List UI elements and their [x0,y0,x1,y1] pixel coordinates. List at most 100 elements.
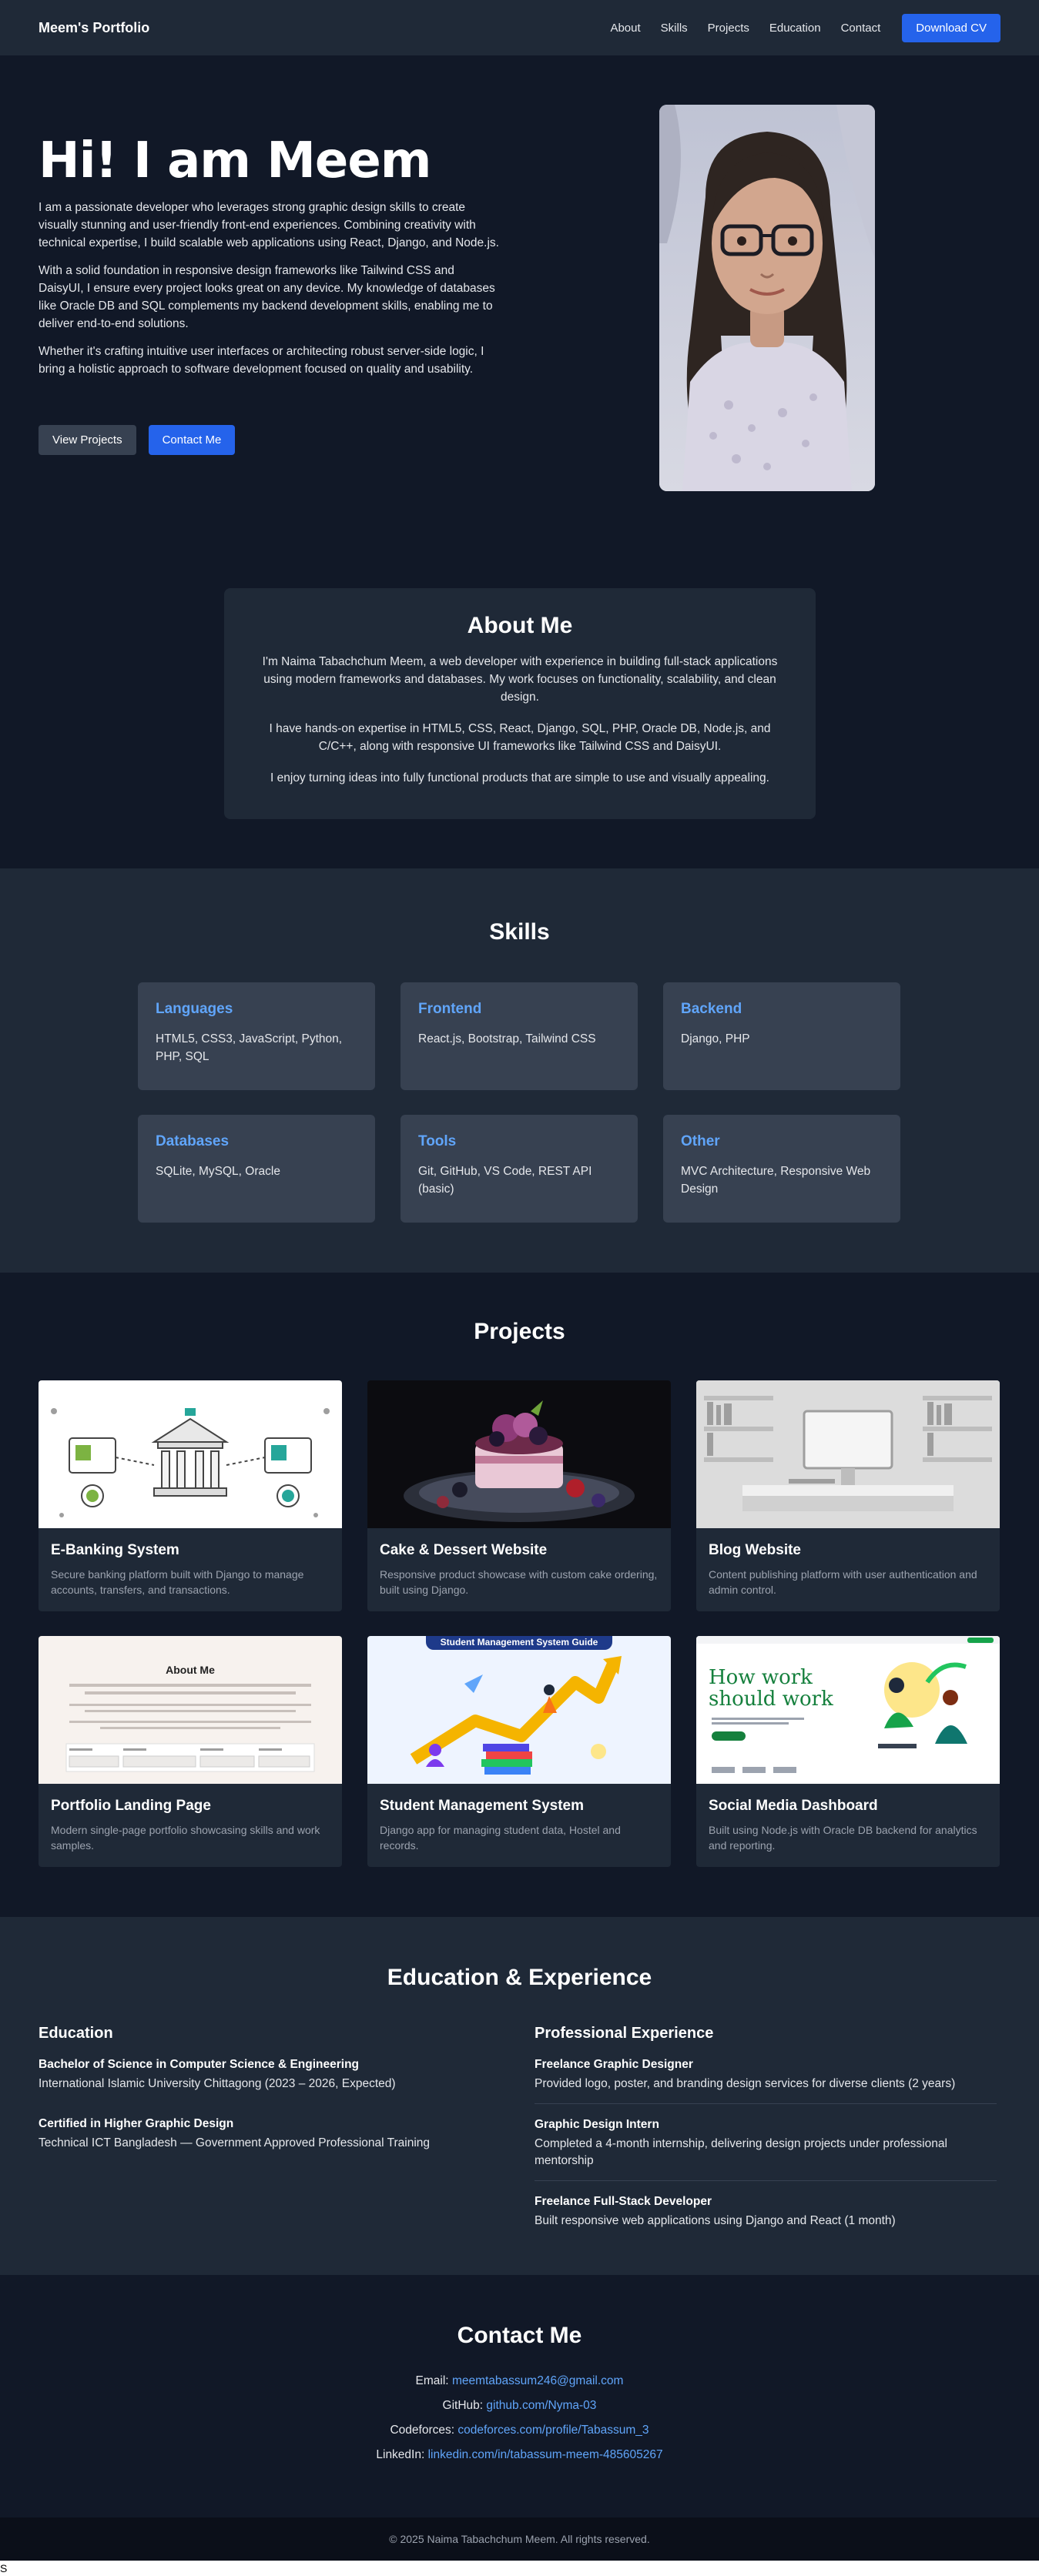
nav-link-about[interactable]: About [610,22,640,35]
education-entry: Certified in Higher Graphic Design Techn… [39,2117,501,2163]
project-card-portfolio[interactable]: About Me Portfolio Landing Page Modern s… [39,1636,342,1867]
linkedin-link[interactable]: linkedin.com/in/tabassum-meem-485605267 [428,2448,663,2461]
projects-title: Projects [474,1319,565,1344]
project-info: Cake & Dessert Website Responsive produc… [367,1528,671,1611]
contact-me-button[interactable]: Contact Me [148,425,236,455]
profile-photo [659,105,875,491]
about-paragraph: I'm Naima Tabachchum Meem, a web develop… [262,655,778,704]
project-description: Content publishing platform with user au… [709,1568,977,1596]
about-card: About Me I'm Naima Tabachchum Meem, a we… [224,588,816,819]
skills-title: Skills [489,919,550,945]
nav-links: About Skills Projects Education Contact … [610,13,1000,42]
nav-link-skills[interactable]: Skills [661,22,688,35]
education-entry: Bachelor of Science in Computer Science … [39,2058,501,2103]
growth-illustration [410,1656,622,1775]
experience-entry: Freelance Full-Stack Developer Built res… [535,2195,997,2240]
entry-title: Freelance Full-Stack Developer [535,2195,712,2208]
contact-codeforces: Codeforces: codeforces.com/profile/Tabas… [0,2418,1039,2443]
experience-heading: Professional Experience [535,2025,714,2042]
entry-text: Provided logo, poster, and branding desi… [535,2077,956,2090]
contact-label: GitHub: [442,2399,484,2412]
view-projects-button[interactable]: View Projects [39,425,136,455]
skill-card-tools: Tools Git, GitHub, VS Code, REST API (ba… [401,1115,638,1223]
education-title: Education & Experience [387,1965,652,1990]
project-card-blog[interactable]: Blog Website Content publishing platform… [696,1380,1000,1611]
github-link[interactable]: github.com/Nyma-03 [486,2399,596,2412]
entry-text: Technical ICT Bangladesh — Government Ap… [39,2136,431,2149]
stray-text: S [0,2561,1039,2576]
project-title: Social Media Dashboard [709,1798,878,1814]
entry-text: International Islamic University Chittag… [39,2077,396,2090]
project-thumbnail [39,1380,342,1528]
skill-card-databases: Databases SQLite, MySQL, Oracle [138,1115,375,1223]
contact-linkedin: LinkedIn: linkedin.com/in/tabassum-meem-… [0,2443,1039,2467]
experience-column: Professional Experience Freelance Graphi… [535,2025,997,2254]
footer: © 2025 Naima Tabachchum Meem. All rights… [0,2517,1039,2561]
project-info: Student Management System Django app for… [367,1784,671,1867]
skill-list: Git, GitHub, VS Code, REST API (basic) [418,1165,592,1196]
projects-section: Projects E-Banking System Secure banking… [0,1273,1039,1917]
project-description: Modern single-page portfolio showcasing … [51,1824,320,1852]
project-info: E-Banking System Secure banking platform… [39,1528,342,1611]
skill-card-other: Other MVC Architecture, Responsive Web D… [663,1115,900,1223]
project-title: Blog Website [709,1542,801,1558]
hero-paragraph: I am a passionate developer who leverage… [39,201,499,249]
copyright-text: © 2025 Naima Tabachchum Meem. All rights… [389,2533,650,2545]
project-title: Cake & Dessert Website [380,1542,548,1558]
contact-label: LinkedIn: [376,2448,425,2461]
download-cv-button[interactable]: Download CV [902,13,1000,42]
project-description: Secure banking platform built with Djang… [51,1568,304,1596]
entry-text: Built responsive web applications using … [535,2214,896,2227]
project-description: Responsive product showcase with custom … [380,1568,658,1596]
contact-label: Codeforces: [390,2424,455,2437]
nav-link-contact[interactable]: Contact [841,22,881,35]
project-thumbnail [696,1380,1000,1528]
profile-photo-illustration [659,105,875,491]
project-card-ebanking[interactable]: E-Banking System Secure banking platform… [39,1380,342,1611]
landing-page-mockup [65,1684,315,1772]
hero-paragraph: With a solid foundation in responsive de… [39,264,495,330]
skill-heading: Other [681,1133,720,1149]
skill-heading: Databases [156,1133,230,1149]
project-title: Portfolio Landing Page [51,1798,211,1814]
project-info: Blog Website Content publishing platform… [696,1528,1000,1611]
contact-email: Email: meemtabassum246@gmail.com [0,2369,1039,2394]
project-title: Student Management System [380,1798,584,1814]
project-info: Social Media Dashboard Built using Node.… [696,1784,1000,1867]
brand-logo[interactable]: Meem's Portfolio [39,20,149,36]
project-description: Django app for managing student data, Ho… [380,1824,621,1852]
project-card-student-management[interactable]: Student Management System Guide Student … [367,1636,671,1867]
top-navbar: Meem's Portfolio About Skills Projects E… [0,0,1039,55]
dashboard-mockup [696,1636,1000,1773]
experience-entry: Freelance Graphic Designer Provided logo… [535,2058,997,2104]
entry-title: Bachelor of Science in Computer Science … [39,2058,360,2071]
about-section: About Me I'm Naima Tabachchum Meem, a we… [0,540,1039,868]
email-link[interactable]: meemtabassum246@gmail.com [452,2374,624,2387]
education-heading: Education [39,2025,113,2042]
nav-link-education[interactable]: Education [769,22,821,35]
about-paragraph: I enjoy turning ideas into fully functio… [270,771,769,785]
contact-section: Contact Me Email: meemtabassum246@gmail.… [0,2275,1039,2517]
project-card-cake[interactable]: Cake & Dessert Website Responsive produc… [367,1380,671,1611]
skill-heading: Backend [681,1001,742,1017]
hero-buttons: View Projects Contact Me [39,425,236,455]
skill-list: HTML5, CSS3, JavaScript, Python, PHP, SQ… [156,1032,343,1063]
skill-card-frontend: Frontend React.js, Bootstrap, Tailwind C… [401,982,638,1090]
skill-card-backend: Backend Django, PHP [663,982,900,1090]
entry-title: Certified in Higher Graphic Design [39,2117,234,2130]
hero-paragraph: Whether it's crafting intuitive user int… [39,345,484,376]
skills-section: Skills Languages HTML5, CSS3, JavaScript… [0,868,1039,1273]
hero-section: Hi! I am Meem I am a passionate develope… [0,55,1039,540]
skill-card-languages: Languages HTML5, CSS3, JavaScript, Pytho… [138,982,375,1090]
entry-text: Completed a 4-month internship, deliveri… [535,2137,947,2167]
project-description: Built using Node.js with Oracle DB backe… [709,1824,977,1852]
project-thumbnail: How work should work [696,1636,1000,1784]
contact-list: Email: meemtabassum246@gmail.com GitHub:… [0,2369,1039,2467]
project-card-social-dashboard[interactable]: How work should work Social Media Dashbo… [696,1636,1000,1867]
bank-illustration [51,1408,330,1517]
nav-link-projects[interactable]: Projects [708,22,749,35]
project-info: Portfolio Landing Page Modern single-pag… [39,1784,342,1867]
skill-list: MVC Architecture, Responsive Web Design [681,1165,871,1196]
codeforces-link[interactable]: codeforces.com/profile/Tabassum_3 [457,2424,649,2437]
project-thumbnail: About Me [39,1636,342,1784]
